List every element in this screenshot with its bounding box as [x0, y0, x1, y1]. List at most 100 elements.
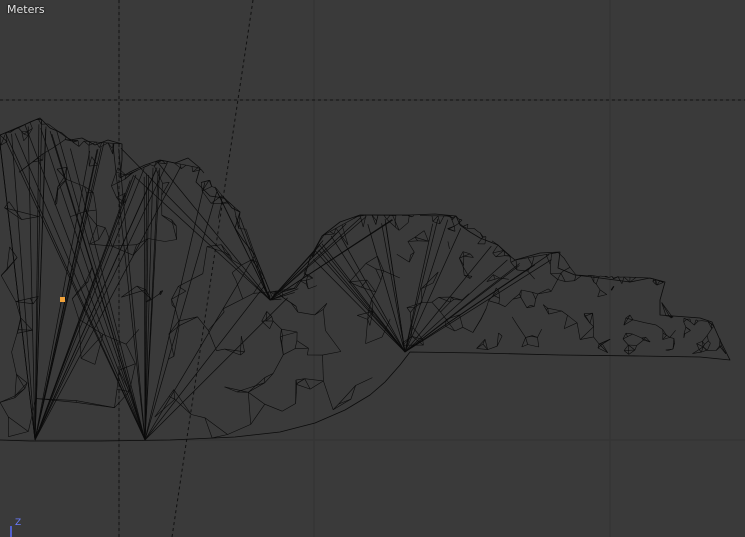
- mesh-edge: [478, 231, 481, 233]
- mesh-edge: [669, 330, 676, 338]
- mesh-edge: [622, 338, 629, 346]
- mesh-edge: [702, 346, 707, 351]
- axis-gizmo[interactable]: Z: [6, 518, 26, 537]
- mesh-edge: [271, 316, 274, 322]
- mesh-edge: [16, 374, 26, 389]
- mesh-edge: [498, 290, 500, 299]
- mesh-edge: [0, 402, 9, 418]
- mesh-edge: [223, 308, 225, 313]
- mesh-edge: [542, 304, 547, 310]
- mesh-edge: [543, 304, 548, 309]
- mesh-edge: [495, 277, 500, 280]
- mesh-edge: [227, 424, 251, 435]
- mesh-edge: [383, 215, 388, 220]
- viewport-canvas[interactable]: [0, 0, 745, 537]
- mesh-edge: [11, 352, 17, 375]
- mesh-edge: [447, 241, 450, 249]
- mesh-edge: [272, 354, 284, 374]
- mesh-edge: [16, 374, 28, 384]
- mesh-edge: [367, 319, 371, 326]
- mesh-edge: [4, 139, 146, 441]
- mesh-edge: [80, 358, 96, 365]
- mesh-edge: [314, 303, 328, 316]
- mesh-edge: [70, 148, 146, 441]
- mesh-edge: [632, 319, 645, 323]
- mesh-edge: [431, 215, 434, 222]
- mesh-edge: [17, 127, 22, 132]
- mesh-edge: [315, 250, 406, 353]
- mesh-edge: [144, 191, 218, 441]
- mesh-edge: [174, 399, 192, 415]
- mesh-edge: [322, 355, 324, 381]
- mesh-edge: [29, 119, 37, 123]
- mesh-edge: [462, 224, 469, 227]
- mesh-edge: [375, 268, 384, 272]
- mesh-edge: [14, 133, 146, 441]
- mesh-edge: [145, 289, 151, 299]
- mesh-edge: [107, 142, 115, 144]
- mesh-edge: [325, 330, 342, 352]
- diagonal-guide-line: [171, 0, 254, 537]
- mesh-edge: [269, 232, 337, 301]
- mesh-edge: [349, 279, 368, 283]
- mesh-edge: [564, 322, 578, 329]
- 3d-viewport[interactable]: Meters Z: [0, 0, 745, 537]
- mesh-edge: [158, 162, 271, 301]
- mesh-edge: [404, 259, 508, 353]
- mesh-edge: [308, 285, 317, 290]
- mesh-edge: [251, 246, 259, 263]
- mesh-edge: [181, 164, 187, 169]
- mesh-edge: [398, 222, 409, 231]
- mesh-edge: [469, 276, 473, 279]
- mesh-edge: [269, 216, 367, 301]
- mesh-edge: [632, 333, 642, 339]
- mesh-edge: [636, 339, 644, 346]
- mesh-edge: [463, 253, 471, 257]
- mesh-edge: [297, 311, 315, 316]
- mesh-edge: [527, 344, 539, 348]
- mesh-edge: [238, 228, 247, 230]
- mesh-edge: [208, 330, 217, 351]
- mesh-edge: [115, 167, 119, 173]
- mesh-edge: [531, 256, 535, 265]
- mesh-edge: [98, 227, 106, 240]
- mesh-edge: [105, 227, 113, 247]
- mesh-edge: [486, 300, 489, 309]
- mesh-edge: [597, 289, 601, 297]
- mesh-edge: [431, 297, 439, 303]
- mesh-edge: [473, 228, 479, 233]
- mesh-edge: [454, 222, 460, 227]
- mesh-edge: [96, 225, 100, 240]
- mesh-edge: [438, 297, 451, 303]
- mesh-edge: [599, 289, 607, 295]
- mesh-edge: [179, 316, 198, 326]
- mesh-edge: [111, 185, 117, 198]
- selected-vertex-marker[interactable]: [60, 297, 65, 302]
- mesh-edge: [191, 166, 199, 168]
- mesh-edge: [95, 141, 103, 143]
- mesh-edge: [576, 322, 581, 340]
- mesh-edge: [290, 302, 299, 313]
- mesh-edge: [463, 255, 474, 258]
- mesh-edge: [161, 214, 177, 227]
- mesh-edge: [683, 327, 687, 334]
- mesh-edge: [408, 216, 410, 222]
- mesh-edge: [690, 321, 695, 326]
- mesh-edge: [597, 294, 607, 297]
- mesh-edge: [498, 332, 503, 337]
- mesh-edge: [323, 309, 326, 331]
- mesh-edge: [162, 182, 170, 184]
- mesh-edge: [114, 391, 130, 408]
- mesh-edge: [628, 344, 630, 355]
- mesh-edge: [407, 241, 415, 253]
- mesh-edge: [125, 344, 136, 364]
- mesh-edge: [634, 345, 637, 351]
- mesh-edge: [281, 329, 283, 337]
- mesh-edge: [535, 293, 539, 300]
- wireframe-mesh[interactable]: [0, 117, 731, 442]
- mesh-edge: [197, 316, 209, 331]
- mesh-edge: [5, 132, 8, 142]
- mesh-edge: [8, 431, 29, 437]
- mesh-edge: [565, 280, 575, 282]
- mesh-edge: [706, 328, 713, 336]
